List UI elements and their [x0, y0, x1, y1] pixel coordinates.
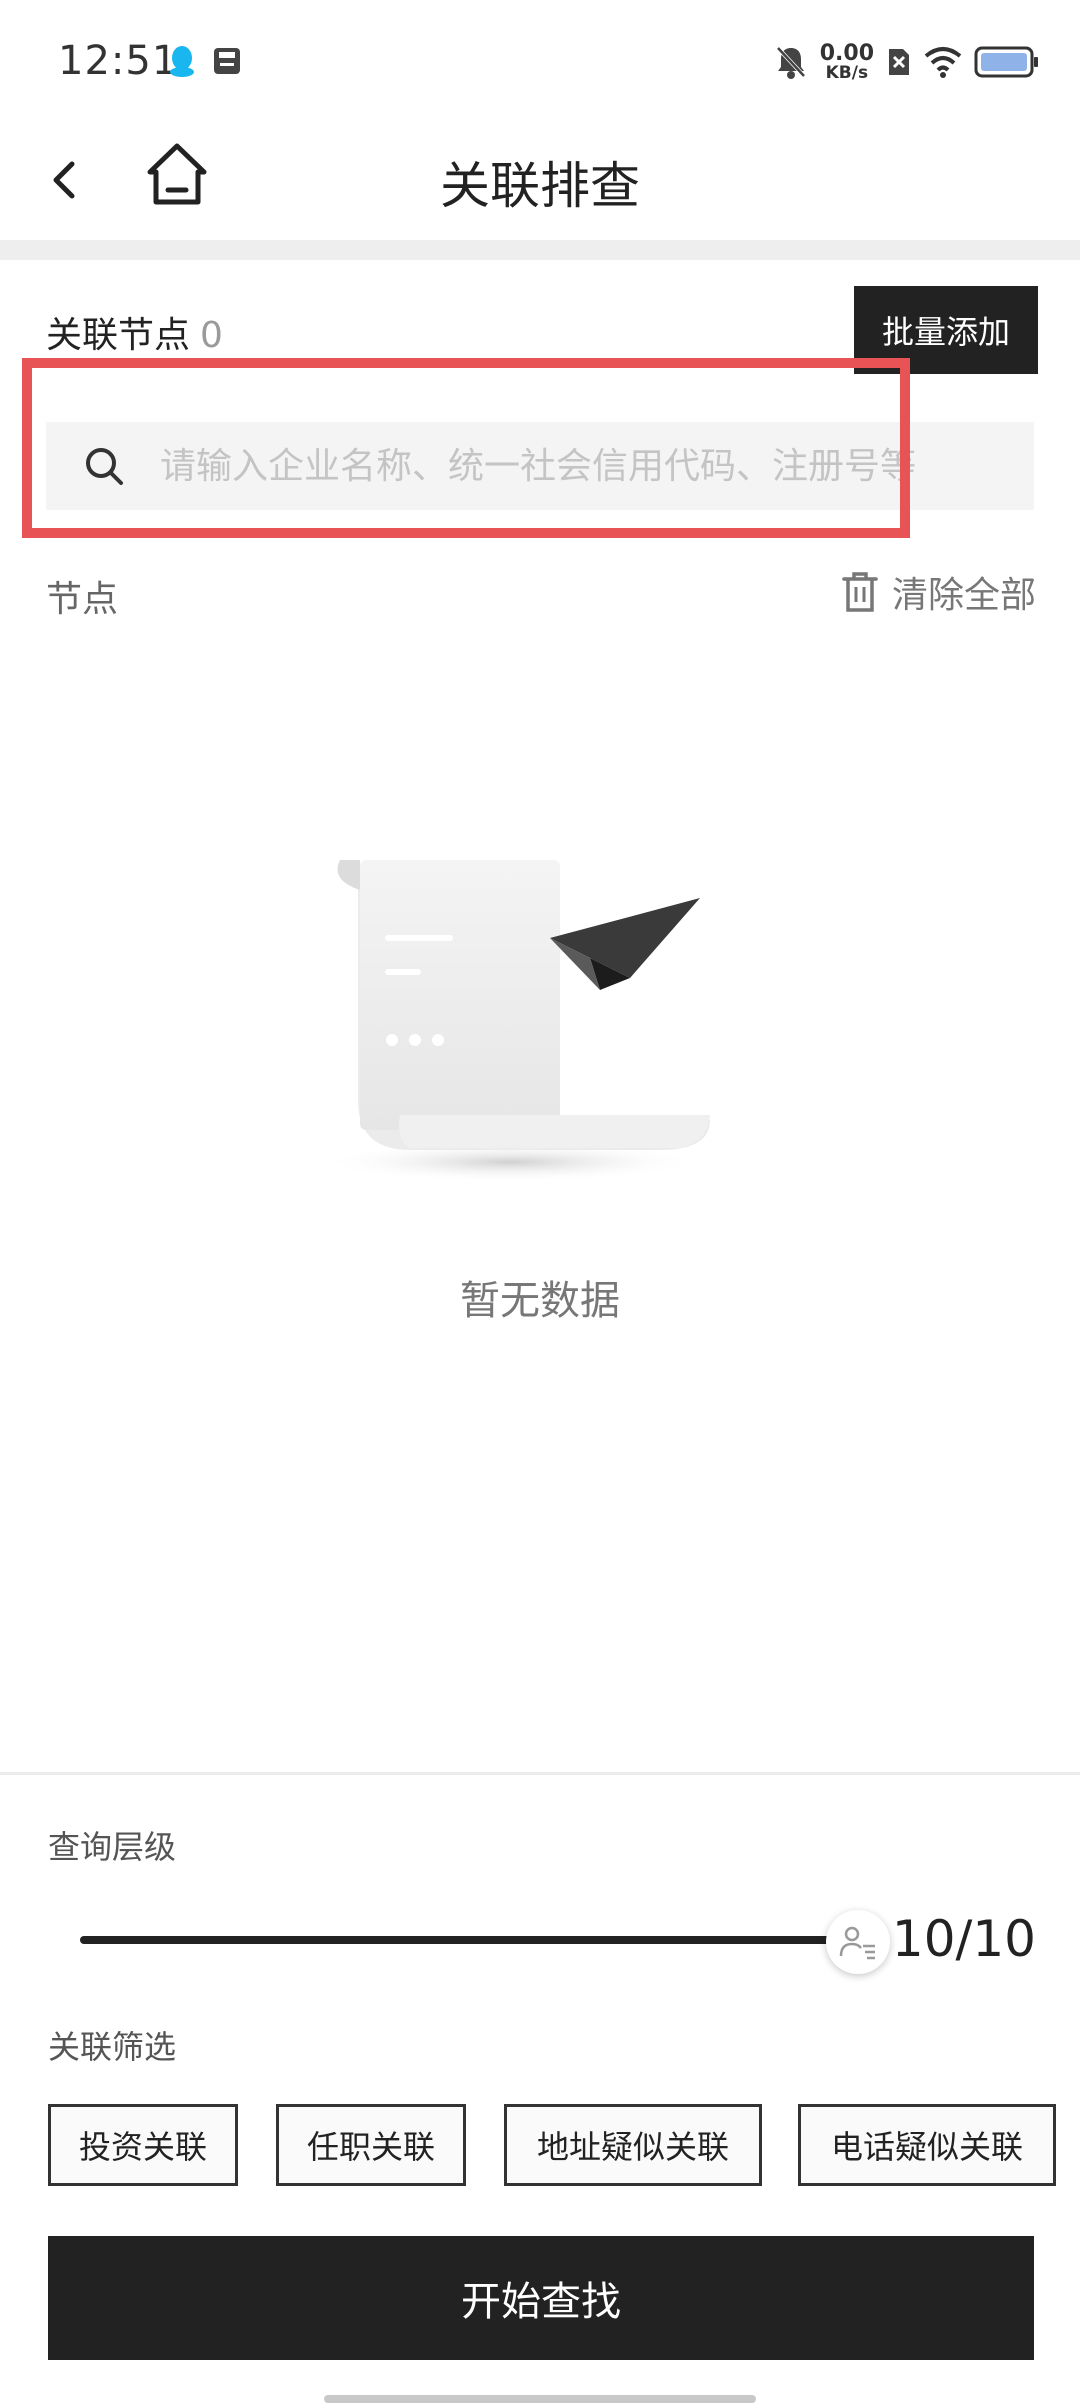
sim-x-icon: [889, 49, 909, 75]
search-icon: [86, 448, 123, 485]
qq-icon: [170, 46, 194, 77]
section-divider: [0, 240, 1080, 260]
person-list-icon: [839, 1926, 875, 1960]
empty-state-illustration: [320, 860, 710, 1182]
net-speed: 0.00 KB/s: [819, 40, 874, 83]
net-speed-unit: KB/s: [825, 62, 869, 83]
search-bar[interactable]: [46, 422, 1034, 510]
status-right: 0.00 KB/s: [774, 40, 1040, 84]
filter-chip-address[interactable]: 地址疑似关联: [504, 2104, 762, 2186]
filter-chip-position[interactable]: 任职关联: [276, 2104, 466, 2186]
bottom-panel-divider: [0, 1772, 1080, 1775]
query-level-value: 10/10: [891, 1910, 1036, 1968]
home-indicator[interactable]: [324, 2395, 756, 2403]
start-search-button[interactable]: 开始查找: [48, 2236, 1034, 2360]
filter-label: 关联筛选: [48, 2028, 177, 2066]
clear-all-button[interactable]: 清除全部: [842, 566, 1036, 618]
save-icon: [214, 48, 240, 74]
status-time: 12:51: [58, 38, 179, 84]
query-level-slider-thumb[interactable]: [826, 1910, 890, 1974]
battery-icon: [974, 46, 1038, 78]
filter-chip-investment[interactable]: 投资关联: [48, 2104, 238, 2186]
filter-chip-phone[interactable]: 电话疑似关联: [798, 2104, 1056, 2186]
empty-state-text: 暂无数据: [460, 1278, 620, 1324]
trash-icon: [842, 572, 878, 612]
mute-bell-icon: [776, 46, 806, 79]
nav-bar: 关联排查: [0, 124, 1080, 240]
related-nodes-label: 关联节点: [46, 315, 191, 356]
net-speed-value: 0.00: [819, 40, 874, 66]
query-level-slider-track[interactable]: [80, 1936, 860, 1944]
nodes-list-label: 节点: [46, 579, 119, 620]
related-nodes-count: 0: [200, 315, 223, 356]
batch-add-button[interactable]: 批量添加: [854, 286, 1038, 374]
page-title: 关联排查: [440, 157, 640, 215]
status-bar: 12:51 0.00 KB/s: [0, 0, 1080, 124]
search-input[interactable]: [160, 445, 1034, 487]
clear-all-label: 清除全部: [891, 575, 1036, 616]
related-nodes-header: 关联节点 0: [46, 306, 223, 358]
wifi-icon: [924, 47, 962, 78]
query-level-label: 查询层级: [48, 1828, 177, 1866]
